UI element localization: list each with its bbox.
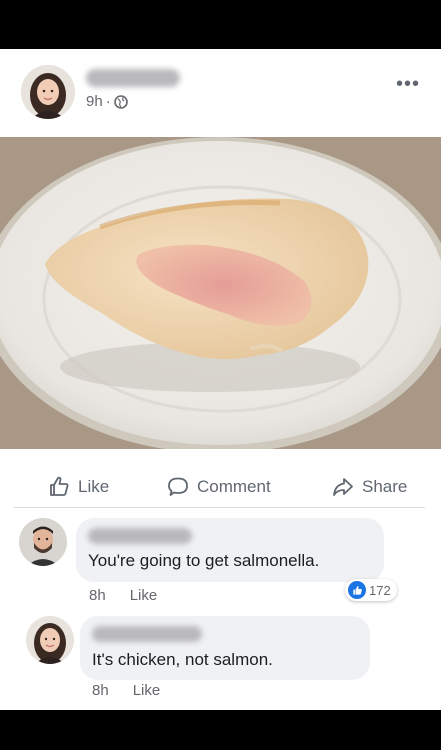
reaction-count-badge[interactable]: 172 xyxy=(345,579,397,601)
reply-meta: 8h Like xyxy=(92,682,160,699)
post-card: 9h · ••• Like Comment Share You're going… xyxy=(0,49,441,710)
thumbs-up-outline-icon xyxy=(50,476,69,496)
comment-text: You're going to get salmonella. xyxy=(88,551,320,570)
share-button[interactable]: Share xyxy=(331,475,407,499)
share-arrow-icon xyxy=(333,478,353,496)
chicken-breast-plate-photo[interactable] xyxy=(0,137,441,449)
post-author-name-redacted[interactable] xyxy=(86,69,180,87)
comment-bubble: You're going to get salmonella. xyxy=(76,518,384,582)
thumbs-up-icon xyxy=(348,581,366,599)
meta-separator: · xyxy=(105,93,111,110)
reply-bubble: It's chicken, not salmon. xyxy=(80,616,370,680)
like-button[interactable]: Like xyxy=(47,475,109,499)
globe-icon xyxy=(113,94,128,109)
post-author-avatar[interactable] xyxy=(21,65,75,119)
comment-time[interactable]: 8h xyxy=(89,587,106,604)
reply-text: It's chicken, not salmon. xyxy=(92,650,273,669)
comment-meta: 8h Like xyxy=(89,587,157,604)
post-time[interactable]: 9h xyxy=(86,93,103,110)
comment-label: Comment xyxy=(197,477,271,496)
more-dots-icon[interactable]: ••• xyxy=(396,73,420,96)
actions-divider xyxy=(14,507,425,508)
reply-author-name-redacted[interactable] xyxy=(92,626,202,642)
reply-time[interactable]: 8h xyxy=(92,682,109,699)
comment-bubble-icon xyxy=(168,477,188,496)
share-label: Share xyxy=(362,477,408,496)
post-actions-bar: Like Comment Share xyxy=(0,463,441,507)
comment-button[interactable]: Comment xyxy=(166,475,271,499)
post-meta: 9h · xyxy=(86,93,128,110)
reply-author-avatar[interactable] xyxy=(26,616,74,664)
like-label: Like xyxy=(78,477,110,496)
comment-like-link[interactable]: Like xyxy=(130,587,158,604)
reaction-count: 172 xyxy=(369,582,391,598)
reply-like-link[interactable]: Like xyxy=(133,682,161,699)
comment-author-avatar[interactable] xyxy=(19,518,67,566)
comment-author-name-redacted[interactable] xyxy=(88,528,192,544)
